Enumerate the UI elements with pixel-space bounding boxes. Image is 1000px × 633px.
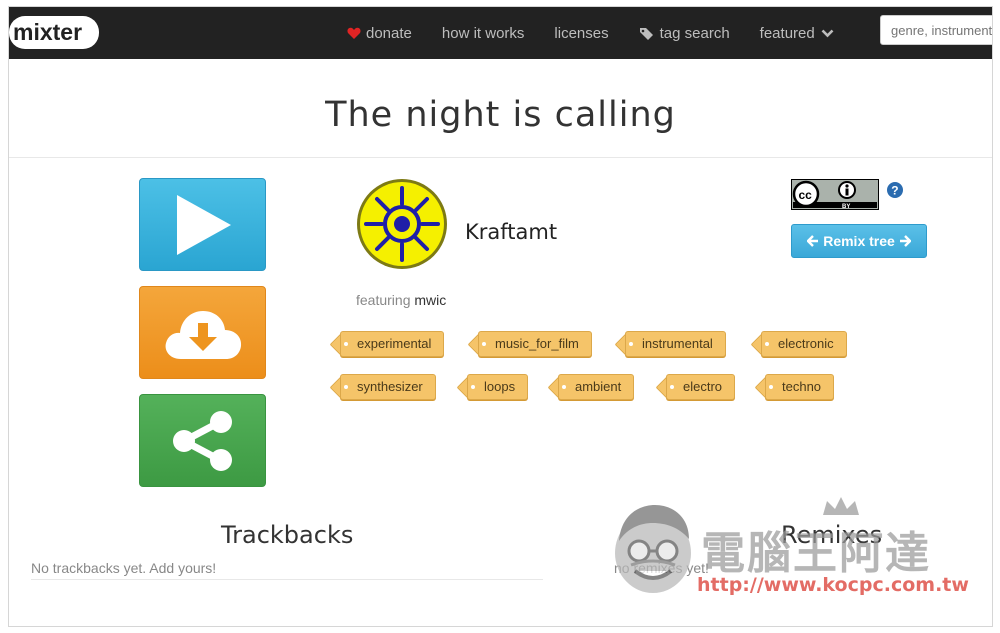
featuring-artist[interactable]: mwic bbox=[414, 292, 446, 308]
search-input[interactable] bbox=[880, 15, 992, 45]
site-watermark: 電腦王阿達 http://www.kocpc.com.tw bbox=[609, 495, 969, 605]
featuring-line: featuring mwic bbox=[356, 292, 446, 308]
help-icon-label: ? bbox=[891, 184, 898, 198]
share-button[interactable] bbox=[139, 394, 266, 487]
remix-tree-button[interactable]: Remix tree bbox=[791, 224, 927, 258]
nav-donate[interactable]: donate bbox=[347, 25, 412, 42]
tag-loops[interactable]: loops bbox=[467, 374, 529, 400]
tag-synthesizer[interactable]: synthesizer bbox=[340, 374, 436, 400]
play-icon bbox=[176, 194, 231, 255]
top-navbar: mixter donate how it works licenses tag bbox=[9, 7, 992, 59]
remixes-heading: Remixes bbox=[781, 521, 883, 549]
artist-name[interactable]: Kraftamt bbox=[465, 220, 557, 244]
artist-avatar[interactable] bbox=[356, 178, 448, 270]
svg-text:cc: cc bbox=[799, 188, 813, 202]
crown-icon bbox=[823, 497, 859, 515]
remixes-empty-text: no remixes yet! bbox=[614, 560, 709, 576]
nav-featured-label: featured bbox=[759, 24, 815, 42]
tag-techno[interactable]: techno bbox=[765, 374, 835, 400]
title-divider bbox=[9, 157, 992, 158]
download-button[interactable] bbox=[139, 286, 266, 379]
trackbacks-heading: Trackbacks bbox=[221, 521, 354, 549]
svg-text:mixter: mixter bbox=[13, 19, 82, 45]
nav-tag-search[interactable]: tag search bbox=[639, 25, 730, 42]
cc-license-badge[interactable]: cc BY bbox=[791, 179, 879, 210]
tag-experimental[interactable]: experimental bbox=[340, 331, 445, 357]
nav-how-it-works-label: how it works bbox=[441, 24, 525, 42]
featuring-label: featuring bbox=[356, 292, 411, 308]
help-icon[interactable]: ? bbox=[887, 182, 903, 198]
tag-electro[interactable]: electro bbox=[666, 374, 736, 400]
arrow-left-icon bbox=[807, 235, 819, 247]
tag-instrumental[interactable]: instrumental bbox=[625, 331, 726, 357]
nav-donate-label: donate bbox=[366, 24, 412, 42]
chevron-down-icon bbox=[821, 29, 834, 37]
arrow-right-icon bbox=[899, 235, 911, 247]
play-button[interactable] bbox=[139, 178, 266, 271]
cc-by-label: BY bbox=[842, 204, 850, 210]
nav-licenses-label: licenses bbox=[554, 24, 609, 42]
tag-music-for-film[interactable]: music_for_film bbox=[478, 331, 592, 357]
trackbacks-divider bbox=[31, 579, 543, 580]
mixter-logo[interactable]: mixter bbox=[9, 16, 99, 49]
tag-icon bbox=[639, 27, 653, 40]
nav-how-it-works[interactable]: how it works bbox=[442, 25, 525, 42]
cloud-download-icon bbox=[165, 310, 241, 359]
watermark-url: http://www.kocpc.com.tw bbox=[697, 574, 969, 596]
nav-tag-search-label: tag search bbox=[659, 24, 730, 42]
remix-tree-label: Remix tree bbox=[823, 233, 895, 249]
share-icon bbox=[172, 410, 232, 471]
nav-featured[interactable]: featured bbox=[760, 25, 834, 42]
mascot-icon bbox=[615, 505, 691, 593]
page: mixter donate how it works licenses tag bbox=[8, 6, 993, 627]
trackbacks-empty-text: No trackbacks yet. Add yours! bbox=[31, 560, 217, 576]
page-title: The night is calling bbox=[325, 95, 676, 135]
tag-ambient[interactable]: ambient bbox=[558, 374, 635, 400]
tag-electronic[interactable]: electronic bbox=[761, 331, 847, 357]
heart-icon bbox=[347, 27, 361, 39]
nav-licenses[interactable]: licenses bbox=[554, 25, 608, 42]
